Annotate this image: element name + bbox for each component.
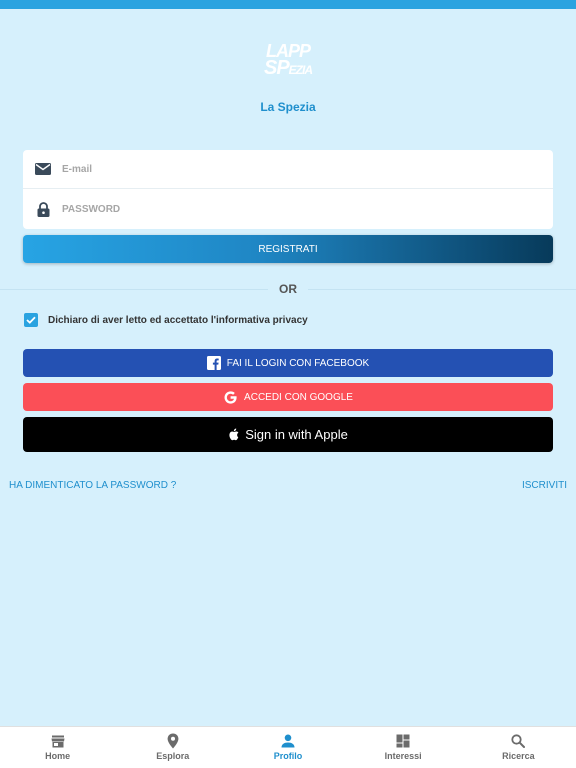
status-bar [0, 0, 576, 9]
apple-icon [228, 428, 239, 441]
email-field-row [23, 150, 553, 189]
login-screen: LAPP SPEZIA La Spezia REGISTRATI OR Dich… [0, 0, 576, 768]
search-icon [511, 733, 526, 749]
facebook-icon [206, 356, 221, 370]
tab-interests[interactable]: Interessi [346, 727, 461, 768]
tab-profile-label: Profilo [273, 751, 303, 761]
tab-interests-label: Interessi [384, 751, 422, 761]
bottom-tab-bar: Home Esplora Profilo Interessi Ricerca [0, 726, 576, 768]
facebook-login-label: FAI IL LOGIN CON FACEBOOK [226, 357, 370, 369]
facebook-login-button[interactable]: FAI IL LOGIN CON FACEBOOK [23, 349, 553, 377]
tab-explore-label: Esplora [156, 751, 190, 761]
tab-home-label: Home [45, 751, 71, 761]
password-input[interactable] [62, 204, 522, 215]
location-pin-icon [167, 733, 179, 749]
tab-search[interactable]: Ricerca [461, 727, 576, 768]
person-icon [281, 733, 295, 749]
app-logo: LAPP SPEZIA [263, 41, 313, 79]
store-icon [51, 733, 65, 749]
tab-home[interactable]: Home [0, 727, 115, 768]
tab-profile[interactable]: Profilo [230, 727, 345, 768]
privacy-label: Dichiaro di aver letto ed accettato l'in… [48, 314, 308, 326]
privacy-checkbox[interactable] [24, 313, 38, 327]
google-icon [223, 390, 238, 405]
apple-signin-label: Sign in with Apple [245, 427, 348, 442]
apple-signin-button[interactable]: Sign in with Apple [23, 417, 553, 452]
tab-search-label: Ricerca [502, 751, 535, 761]
or-label: OR [268, 282, 308, 296]
google-login-button[interactable]: ACCEDI CON GOOGLE [23, 383, 553, 411]
email-input[interactable] [62, 163, 522, 175]
privacy-consent: Dichiaro di aver letto ed accettato l'in… [24, 313, 308, 327]
mail-icon [34, 160, 52, 178]
password-field-row [23, 190, 553, 229]
dashboard-icon [396, 733, 410, 749]
login-form [23, 150, 553, 229]
signup-link[interactable]: ISCRIVITI [522, 480, 567, 491]
lock-icon [34, 201, 52, 219]
forgot-password-link[interactable]: HA DIMENTICATO LA PASSWORD ? [9, 480, 176, 491]
city-name: La Spezia [260, 100, 316, 114]
tab-explore[interactable]: Esplora [115, 727, 230, 768]
google-login-label: ACCEDI CON GOOGLE [244, 391, 353, 403]
register-button[interactable]: REGISTRATI [23, 235, 553, 263]
check-icon [26, 316, 36, 324]
